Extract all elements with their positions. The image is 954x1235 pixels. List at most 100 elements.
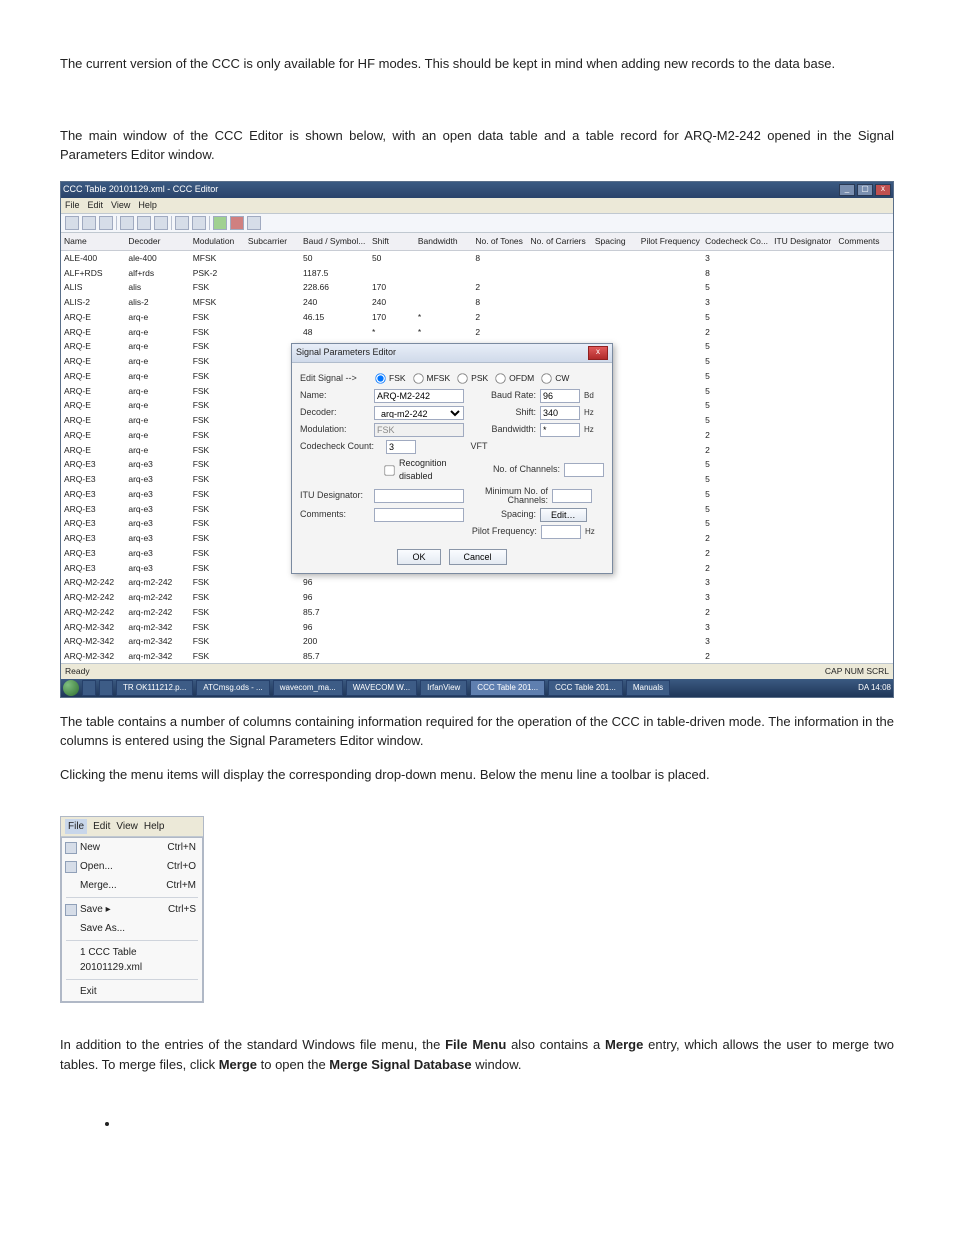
save-icon[interactable] — [99, 216, 113, 230]
copy-icon[interactable] — [137, 216, 151, 230]
baud-label: Baud Rate: — [472, 389, 536, 403]
menu-view[interactable]: View — [111, 199, 130, 213]
comments-input[interactable] — [374, 508, 464, 522]
table-row[interactable]: ALF+RDSalf+rdsPSK-21187.58 — [61, 266, 893, 281]
print-icon[interactable] — [175, 216, 189, 230]
taskbar-item[interactable]: Manuals — [626, 680, 670, 696]
column-header[interactable]: Spacing — [592, 233, 638, 250]
taskbar-item[interactable]: IrfanView — [420, 680, 467, 696]
table-row[interactable]: ARQ-Earq-eFSK46.15170*25 — [61, 310, 893, 325]
table-row[interactable]: ALISalisFSK228.6617025 — [61, 280, 893, 295]
cut-icon[interactable] — [120, 216, 134, 230]
ms-view[interactable]: View — [116, 819, 138, 834]
radio-ofdm[interactable] — [495, 374, 505, 384]
paragraph-2: The main window of the CCC Editor is sho… — [60, 126, 894, 165]
menu-file[interactable]: File — [65, 199, 80, 213]
column-header[interactable]: No. of Carriers — [528, 233, 592, 250]
decoder-select[interactable]: arq-m2-242 — [374, 406, 464, 420]
more-icon[interactable] — [247, 216, 261, 230]
baud-input[interactable] — [540, 389, 580, 403]
bandwidth-label: Bandwidth: — [472, 423, 536, 437]
spacing-edit-button[interactable]: Edit… — [540, 508, 587, 522]
file-menu-screenshot: File Edit View Help NewCtrl+NOpen...Ctrl… — [60, 816, 204, 1003]
menu-item[interactable]: Open...Ctrl+O — [62, 857, 202, 876]
table-row[interactable]: ARQ-M2-242arq-m2-242FSK963 — [61, 590, 893, 605]
paste-icon[interactable] — [154, 216, 168, 230]
column-header[interactable]: Codecheck Co... — [702, 233, 771, 250]
column-header[interactable]: Baud / Symbol... — [300, 233, 369, 250]
table-row[interactable]: ARQ-M2-342arq-m2-342FSK85.72 — [61, 649, 893, 663]
menu-item[interactable]: 1 CCC Table 20101129.xml — [62, 943, 202, 977]
new-icon — [65, 842, 77, 854]
radio-psk[interactable] — [457, 374, 467, 384]
modulation-label: Modulation: — [300, 423, 370, 437]
ms-file[interactable]: File — [65, 819, 87, 834]
menu-help[interactable]: Help — [138, 199, 157, 213]
column-header[interactable]: Bandwidth — [415, 233, 472, 250]
ok-button[interactable]: OK — [397, 549, 440, 565]
start-button[interactable] — [63, 680, 79, 696]
column-header[interactable]: Modulation — [190, 233, 245, 250]
column-header[interactable]: Shift — [369, 233, 415, 250]
table-row[interactable]: ALE-400ale-400MFSK505083 — [61, 250, 893, 265]
cancel-button[interactable]: Cancel — [449, 549, 507, 565]
taskbar-item[interactable]: WAVECOM W... — [346, 680, 417, 696]
menu-item[interactable]: NewCtrl+N — [62, 838, 202, 857]
pilot-input[interactable] — [541, 525, 581, 539]
column-header[interactable]: No. of Tones — [472, 233, 527, 250]
column-header[interactable]: ITU Designator — [771, 233, 835, 250]
open-icon[interactable] — [82, 216, 96, 230]
new-icon[interactable] — [65, 216, 79, 230]
minimize-button[interactable]: _ — [839, 184, 855, 196]
taskbar-item[interactable]: ATCmsg.ods - ... — [196, 680, 269, 696]
itu-input[interactable] — [374, 489, 464, 503]
ms-help[interactable]: Help — [144, 819, 165, 834]
minchan-input[interactable] — [552, 489, 592, 503]
taskbar-item[interactable]: TR OK111212.p... — [116, 680, 193, 696]
table-row[interactable]: ARQ-M2-342arq-m2-342FSK963 — [61, 620, 893, 635]
name-label: Name: — [300, 389, 370, 403]
codecheck-count-input[interactable] — [386, 440, 416, 454]
column-header[interactable]: Comments — [835, 233, 893, 250]
column-header[interactable]: Pilot Frequency — [638, 233, 702, 250]
refresh-icon[interactable] — [192, 216, 206, 230]
name-input[interactable] — [374, 389, 464, 403]
menu-item[interactable]: Exit — [62, 982, 202, 1001]
status-left: Ready — [65, 665, 90, 678]
menu-item[interactable]: Save ▸Ctrl+S — [62, 900, 202, 919]
taskbar-item[interactable]: wavecom_ma... — [273, 680, 343, 696]
paragraph-3b: Clicking the menu items will display the… — [60, 765, 894, 785]
close-button[interactable]: x — [875, 184, 891, 196]
vft-label: VFT — [424, 440, 534, 454]
table-row[interactable]: ARQ-M2-242arq-m2-242FSK85.72 — [61, 605, 893, 620]
spacing-label: Spacing: — [472, 508, 536, 522]
maximize-button[interactable]: ▢ — [857, 184, 873, 196]
menu-item[interactable]: Save As... — [62, 919, 202, 938]
radio-cw[interactable] — [542, 374, 552, 384]
radio-fsk[interactable] — [375, 374, 385, 384]
menu-item[interactable]: Merge...Ctrl+M — [62, 876, 202, 895]
bandwidth-input[interactable] — [540, 423, 580, 437]
table-row[interactable]: ARQ-M2-342arq-m2-342FSK2003 — [61, 634, 893, 649]
titlebar: CCC Table 20101129.xml - CCC Editor _ ▢ … — [61, 182, 893, 198]
taskbar-item[interactable]: CCC Table 201... — [470, 680, 545, 696]
radio-mfsk[interactable] — [413, 374, 423, 384]
taskbar-item[interactable]: CCC Table 201... — [548, 680, 623, 696]
taskbar-item[interactable] — [82, 680, 96, 696]
check-icon[interactable] — [213, 216, 227, 230]
status-right: CAP NUM SCRL — [825, 665, 889, 678]
table-row[interactable]: ARQ-Earq-eFSK48**22 — [61, 325, 893, 340]
recognition-disabled-checkbox[interactable] — [384, 465, 394, 475]
table-row[interactable]: ARQ-M2-242arq-m2-242FSK963 — [61, 575, 893, 590]
channels-input[interactable] — [564, 463, 604, 477]
column-header[interactable]: Subcarrier — [245, 233, 300, 250]
menu-edit[interactable]: Edit — [88, 199, 104, 213]
taskbar-item[interactable] — [99, 680, 113, 696]
delete-icon[interactable] — [230, 216, 244, 230]
column-header[interactable]: Name — [61, 233, 125, 250]
dialog-close-button[interactable]: x — [588, 346, 608, 360]
ms-edit[interactable]: Edit — [93, 819, 110, 834]
shift-input[interactable] — [540, 406, 580, 420]
table-row[interactable]: ALIS-2alis-2MFSK24024083 — [61, 295, 893, 310]
column-header[interactable]: Decoder — [125, 233, 189, 250]
